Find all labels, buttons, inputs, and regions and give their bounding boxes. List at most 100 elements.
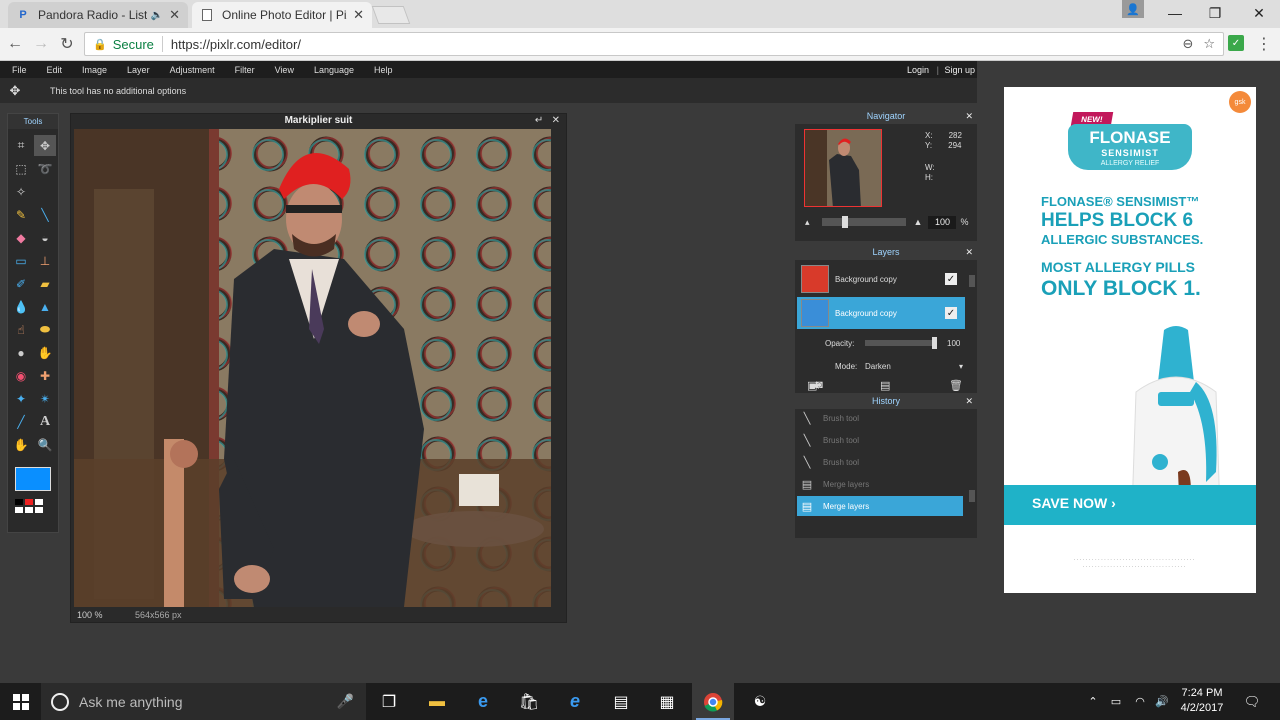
paint-bucket-icon[interactable]: ◒ <box>34 227 56 248</box>
swatch-black[interactable] <box>15 499 23 505</box>
burn-tool-icon[interactable]: ✋ <box>34 342 56 363</box>
blur-tool-icon[interactable]: 💧 <box>10 296 32 317</box>
task-view-icon[interactable]: ❐ <box>370 683 408 720</box>
spot-heal-icon[interactable]: ✚ <box>34 365 56 386</box>
forward-button[interactable]: → <box>32 35 50 53</box>
app-taskbar-icon[interactable]: ☯ <box>740 683 780 720</box>
history-item-selected[interactable]: ▤ Merge layers <box>797 496 963 516</box>
bloat-tool-icon[interactable]: ✦ <box>10 388 32 409</box>
swatch-white[interactable] <box>15 507 23 513</box>
profile-icon[interactable]: 👤 <box>1122 0 1144 18</box>
sharpen-tool-icon[interactable]: ▲ <box>34 296 56 317</box>
close-panel-icon[interactable]: ✕ <box>965 394 973 409</box>
layer-visibility-checkbox[interactable]: ✓ <box>945 307 957 319</box>
close-panel-icon[interactable]: ✕ <box>965 245 973 260</box>
menu-image[interactable]: Image <box>70 65 115 75</box>
show-hidden-icons-icon[interactable]: ⌃ <box>1084 683 1102 720</box>
login-link[interactable]: Login <box>907 65 929 75</box>
close-panel-icon[interactable]: ✕ <box>965 109 973 124</box>
history-scrollbar[interactable] <box>969 490 975 502</box>
history-item[interactable]: ╲ Brush tool <box>797 430 963 450</box>
layer-styles-icon[interactable]: ★ <box>811 379 821 392</box>
history-item[interactable]: ▤ Merge layers <box>797 474 963 494</box>
canvas-titlebar[interactable]: Markiplier suit ↵ ✕ <box>71 114 566 128</box>
reload-button[interactable]: ↻ <box>58 35 76 53</box>
back-button[interactable]: ← <box>6 35 24 53</box>
save-now-button[interactable]: SAVE NOW › <box>1032 495 1116 511</box>
opacity-slider[interactable] <box>865 337 937 349</box>
file-explorer-icon[interactable]: ▬ <box>418 683 456 720</box>
lasso-tool-icon[interactable]: ➰ <box>34 158 56 179</box>
marquee-tool-icon[interactable]: ⬚ <box>10 158 32 179</box>
wifi-icon[interactable]: ◠ <box>1130 683 1150 720</box>
flonase-ad[interactable]: gsk NEW! FLONASE SENSIMIST ALLERGY RELIE… <box>1004 87 1256 593</box>
canvas-zoom[interactable]: 100 % <box>77 610 111 620</box>
battery-icon[interactable]: ▭ <box>1106 683 1126 720</box>
smudge-tool-icon[interactable]: ☝ <box>10 319 32 340</box>
clone-stamp-icon[interactable]: ⊥ <box>34 250 56 271</box>
delete-layer-icon[interactable]: 🗑 <box>949 379 963 392</box>
zoom-in-icon[interactable]: ▲ <box>914 217 923 227</box>
drawing-tool-icon[interactable]: ▰ <box>34 273 56 294</box>
opacity-value[interactable]: 100 <box>947 339 960 348</box>
notepad-icon[interactable]: ▤ <box>602 683 640 720</box>
pencil-tool-icon[interactable]: ✎ <box>10 204 32 225</box>
store-icon[interactable]: 🛍 <box>510 683 548 720</box>
menu-edit[interactable]: Edit <box>35 65 71 75</box>
dodge-tool-icon[interactable]: ● <box>10 342 32 363</box>
swatch-white[interactable] <box>35 499 43 505</box>
signup-link[interactable]: Sign up <box>944 65 975 75</box>
volume-icon[interactable]: 🔊 <box>1152 683 1172 720</box>
new-tab-button[interactable] <box>371 6 411 24</box>
canvas-window-controls[interactable]: ↵ ✕ <box>535 114 560 128</box>
primary-color-swatch[interactable] <box>15 467 51 491</box>
wand-tool-icon[interactable]: ✧ <box>10 181 32 202</box>
save-now-bar[interactable]: SAVE NOW › <box>1004 485 1256 525</box>
type-tool-icon[interactable]: A <box>34 411 56 432</box>
canvas-image[interactable] <box>74 129 551 607</box>
zoom-out-icon[interactable]: ▴ <box>805 217 810 228</box>
extension-icon[interactable]: ✓ <box>1228 35 1244 51</box>
zoom-slider[interactable] <box>821 216 906 228</box>
tab-pandora[interactable]: P Pandora Radio - Liste 🔈 ✕ <box>8 2 188 28</box>
menu-view[interactable]: View <box>263 65 302 75</box>
url-text[interactable]: https://pixlr.com/editor/ <box>171 37 301 52</box>
microphone-icon[interactable]: 🎤 <box>337 693 354 710</box>
layer-item[interactable]: Background copy ✓ <box>797 263 965 295</box>
action-center-icon[interactable]: 🗨 <box>1240 683 1264 720</box>
brush-tool-icon[interactable]: ╲ <box>34 204 56 225</box>
zoom-icon[interactable]: ⊖ <box>1182 36 1193 52</box>
sponge-tool-icon[interactable]: ⬬ <box>34 319 56 340</box>
eraser-tool-icon[interactable]: ◆ <box>10 227 32 248</box>
opacity-knob[interactable] <box>932 337 937 349</box>
swatch-white[interactable] <box>25 507 33 513</box>
zoom-slider-knob[interactable] <box>841 216 848 228</box>
crop-tool-icon[interactable]: ⌗ <box>10 135 32 156</box>
bookmark-star-icon[interactable]: ☆ <box>1203 36 1215 52</box>
start-button[interactable] <box>0 683 41 720</box>
internet-explorer-icon[interactable]: e <box>556 683 594 720</box>
color-replace-icon[interactable]: ✐ <box>10 273 32 294</box>
pinch-tool-icon[interactable]: ✴ <box>34 388 56 409</box>
navigator-thumbnail[interactable] <box>804 129 882 207</box>
cortana-search[interactable]: Ask me anything 🎤 <box>41 683 366 720</box>
close-window-button[interactable]: ✕ <box>1236 0 1280 26</box>
restore-button[interactable]: ❐ <box>1192 0 1238 26</box>
tab-pixlr[interactable]: Online Photo Editor | Pix ✕ <box>192 2 372 28</box>
edge-browser-icon[interactable]: e <box>464 683 502 720</box>
speaker-icon[interactable]: 🔈 <box>151 10 163 21</box>
mode-select[interactable]: Darken <box>865 362 959 371</box>
layers-scrollbar[interactable] <box>969 275 975 287</box>
menu-kebab-icon[interactable]: ⋮ <box>1256 34 1272 54</box>
layer-visibility-checkbox[interactable]: ✓ <box>945 273 957 285</box>
gradient-tool-icon[interactable]: ▭ <box>10 250 32 271</box>
zoom-value-field[interactable]: 100 <box>928 215 957 229</box>
menu-adjustment[interactable]: Adjustment <box>158 65 223 75</box>
menu-layer[interactable]: Layer <box>115 65 158 75</box>
history-item[interactable]: ╲ Brush tool <box>797 408 963 428</box>
move-tool-icon[interactable]: ✥ <box>34 135 56 156</box>
swatch-red[interactable] <box>25 499 33 505</box>
history-item[interactable]: ╲ Brush tool <box>797 452 963 472</box>
system-clock[interactable]: 7:24 PM 4/2/2017 <box>1176 686 1228 716</box>
menu-filter[interactable]: Filter <box>223 65 263 75</box>
